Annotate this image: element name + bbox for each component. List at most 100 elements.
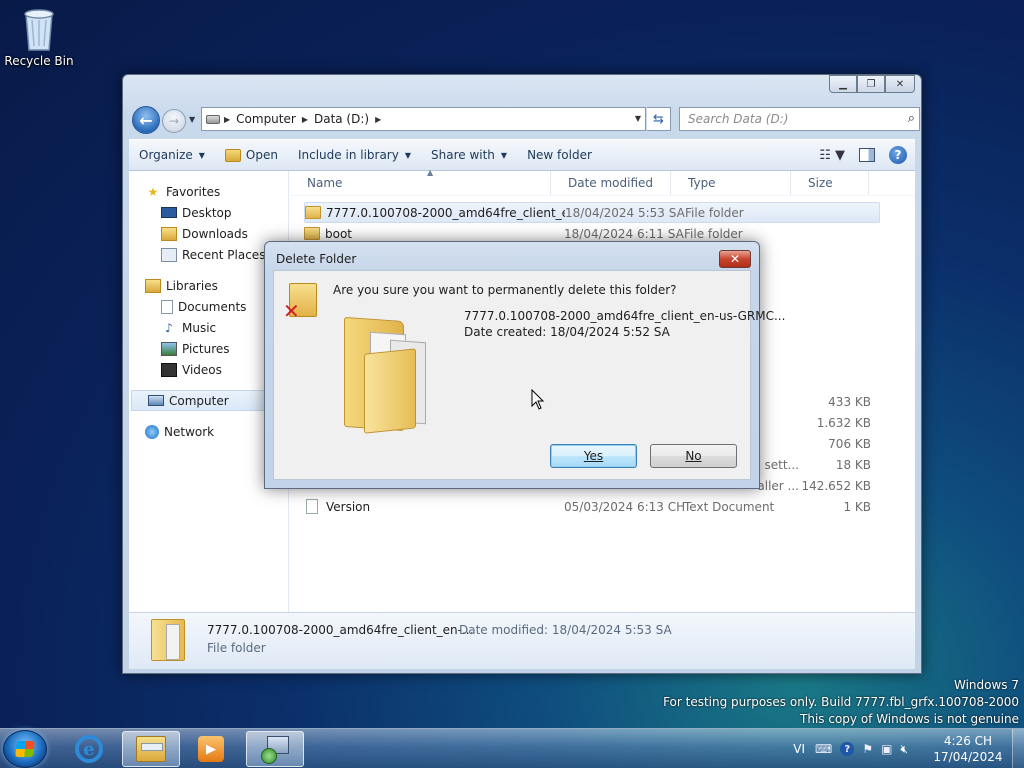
column-type[interactable]: Type bbox=[671, 171, 791, 195]
minimize-icon: ▁ bbox=[839, 78, 847, 90]
nav-videos-label: Videos bbox=[182, 362, 222, 377]
no-label: No bbox=[685, 449, 702, 463]
organize-label: Organize bbox=[139, 148, 193, 162]
nav-desktop[interactable]: Desktop bbox=[129, 202, 288, 223]
yes-button[interactable]: Yes bbox=[550, 444, 637, 468]
network-tray-icon[interactable]: ▣ bbox=[881, 742, 892, 756]
nav-favorites[interactable]: ★ Favorites bbox=[129, 181, 288, 202]
nav-favorites-label: Favorites bbox=[166, 184, 221, 199]
include-in-library-label: Include in library bbox=[297, 148, 399, 162]
new-folder-button[interactable]: New folder bbox=[517, 140, 602, 170]
recent-places-icon bbox=[161, 247, 177, 262]
recycle-bin-shortcut[interactable]: Recycle Bin bbox=[4, 6, 74, 68]
nav-documents-label: Documents bbox=[178, 299, 247, 314]
folder-icon bbox=[304, 227, 320, 240]
column-date-modified[interactable]: Date modified bbox=[551, 171, 671, 195]
no-button[interactable]: No bbox=[650, 444, 737, 468]
taskbar-internet-explorer[interactable]: e bbox=[60, 731, 118, 767]
documents-icon bbox=[161, 299, 173, 314]
breadcrumb-separator-icon[interactable]: ▶ bbox=[375, 115, 381, 124]
column-headers: Name ▲ Date modified Type Size bbox=[290, 168, 915, 196]
file-size: 433 KB bbox=[828, 394, 871, 409]
show-desktop-button[interactable] bbox=[1012, 729, 1024, 768]
start-button[interactable] bbox=[3, 730, 47, 768]
refresh-button[interactable]: ⇆ bbox=[647, 107, 671, 131]
column-size[interactable]: Size bbox=[791, 171, 869, 195]
share-with-button[interactable]: Share with ▼ bbox=[421, 140, 517, 170]
preview-pane-icon[interactable] bbox=[859, 148, 875, 162]
clock-date: 17/04/2024 bbox=[933, 750, 1003, 764]
back-arrow-icon: ← bbox=[139, 110, 153, 130]
include-in-library-button[interactable]: Include in library ▼ bbox=[288, 140, 421, 170]
search-input[interactable]: Search Data (D:) ⌕ bbox=[679, 107, 920, 131]
recent-pages-dropdown[interactable]: ▼ bbox=[189, 115, 195, 124]
open-button[interactable]: Open bbox=[215, 140, 288, 170]
chevron-down-icon: ▼ bbox=[404, 150, 411, 160]
large-folder-icon bbox=[344, 311, 436, 434]
nav-libraries-label: Libraries bbox=[166, 278, 218, 293]
clock[interactable]: 4:26 CH 17/04/2024 bbox=[928, 733, 1008, 765]
file-size: 1 KB bbox=[843, 499, 871, 514]
back-button[interactable]: ← bbox=[132, 106, 160, 134]
search-icon[interactable]: ⌕ bbox=[908, 111, 915, 126]
file-type: File folder bbox=[685, 205, 744, 220]
nav-computer[interactable]: Computer bbox=[131, 390, 286, 411]
language-indicator[interactable]: VI bbox=[793, 742, 805, 756]
close-button[interactable]: ✕ bbox=[885, 75, 915, 93]
breadcrumb-computer[interactable]: Computer bbox=[230, 112, 302, 126]
view-controls: ☷ ▼ ? bbox=[819, 140, 907, 170]
maximize-button[interactable]: ❐ bbox=[857, 75, 885, 93]
address-bar[interactable]: ▶ Computer ▶ Data (D:) ▶ ▼ bbox=[201, 107, 646, 131]
dialog-folder-name: 7777.0.100708-2000_amd64fre_client_en-us… bbox=[464, 309, 786, 323]
drive-icon bbox=[206, 114, 220, 124]
action-center-flag-icon[interactable]: ⚑ bbox=[862, 742, 873, 756]
new-folder-label: New folder bbox=[527, 148, 592, 162]
navigation-bar: ← → ▼ ▶ Computer ▶ Data (D:) ▶ ▼ ⇆ Searc… bbox=[131, 105, 920, 134]
column-size-label: Size bbox=[808, 176, 833, 190]
nav-pictures-label: Pictures bbox=[182, 341, 230, 356]
nav-downloads[interactable]: Downloads bbox=[129, 223, 288, 244]
file-size: 706 KB bbox=[828, 436, 871, 451]
breadcrumb-data-drive[interactable]: Data (D:) bbox=[308, 112, 375, 126]
internet-explorer-icon: e bbox=[75, 735, 103, 763]
keyboard-icon[interactable]: ⌨ bbox=[815, 742, 832, 756]
details-pane: 7777.0.100708-2000_amd64fre_client_en-..… bbox=[129, 613, 915, 669]
file-row[interactable]: 7777.0.100708-2000_amd64fre_client_en-..… bbox=[304, 202, 880, 223]
file-type: Text Document bbox=[684, 499, 775, 514]
column-name[interactable]: Name ▲ bbox=[290, 168, 551, 195]
network-setup-icon bbox=[261, 736, 289, 764]
column-name-label: Name bbox=[307, 176, 343, 190]
forward-button[interactable]: → bbox=[162, 109, 186, 133]
chevron-down-icon: ▼ bbox=[198, 150, 205, 160]
watermark-line-1: Windows 7 bbox=[953, 678, 1019, 692]
volume-muted-icon[interactable]: 🔇︎ bbox=[900, 742, 908, 757]
help-tray-icon[interactable]: ? bbox=[840, 742, 855, 756]
music-icon: ♪ bbox=[165, 320, 173, 335]
file-row[interactable]: Version 05/03/2024 6:13 CH Text Document… bbox=[304, 496, 880, 517]
clock-time: 4:26 CH bbox=[943, 734, 993, 748]
file-date: 05/03/2024 6:13 CH bbox=[564, 499, 686, 514]
dialog-date-created: Date created: 18/04/2024 5:52 SA bbox=[464, 325, 670, 339]
watermark-line-3: This copy of Windows is not genuine bbox=[800, 712, 1019, 726]
folder-open-icon bbox=[224, 148, 241, 162]
downloads-icon bbox=[161, 226, 177, 241]
close-icon: ✕ bbox=[729, 252, 741, 266]
restore-icon: ❐ bbox=[866, 78, 876, 90]
nav-desktop-label: Desktop bbox=[182, 205, 232, 220]
taskbar-windows-explorer[interactable] bbox=[122, 731, 180, 767]
minimize-button[interactable]: ▁ bbox=[829, 75, 857, 93]
file-name: boot bbox=[325, 226, 353, 241]
taskbar-network-app[interactable] bbox=[246, 731, 304, 767]
system-tray: VI ⌨ ? ⚑ ▣ 🔇︎ 4:26 CH 17/04/2024 bbox=[793, 729, 1024, 768]
organize-button[interactable]: Organize ▼ bbox=[129, 140, 215, 170]
address-dropdown-icon[interactable]: ▼ bbox=[635, 114, 641, 123]
star-icon: ★ bbox=[147, 184, 159, 199]
media-player-icon: ▶ bbox=[198, 736, 224, 762]
text-document-icon bbox=[306, 499, 318, 514]
change-view-icon[interactable]: ☷ ▼ bbox=[819, 148, 845, 163]
column-type-label: Type bbox=[688, 176, 716, 190]
dialog-close-button[interactable]: ✕ bbox=[719, 250, 751, 268]
share-with-label: Share with bbox=[431, 148, 495, 162]
help-icon[interactable]: ? bbox=[889, 146, 907, 164]
taskbar-media-player[interactable]: ▶ bbox=[182, 731, 240, 767]
